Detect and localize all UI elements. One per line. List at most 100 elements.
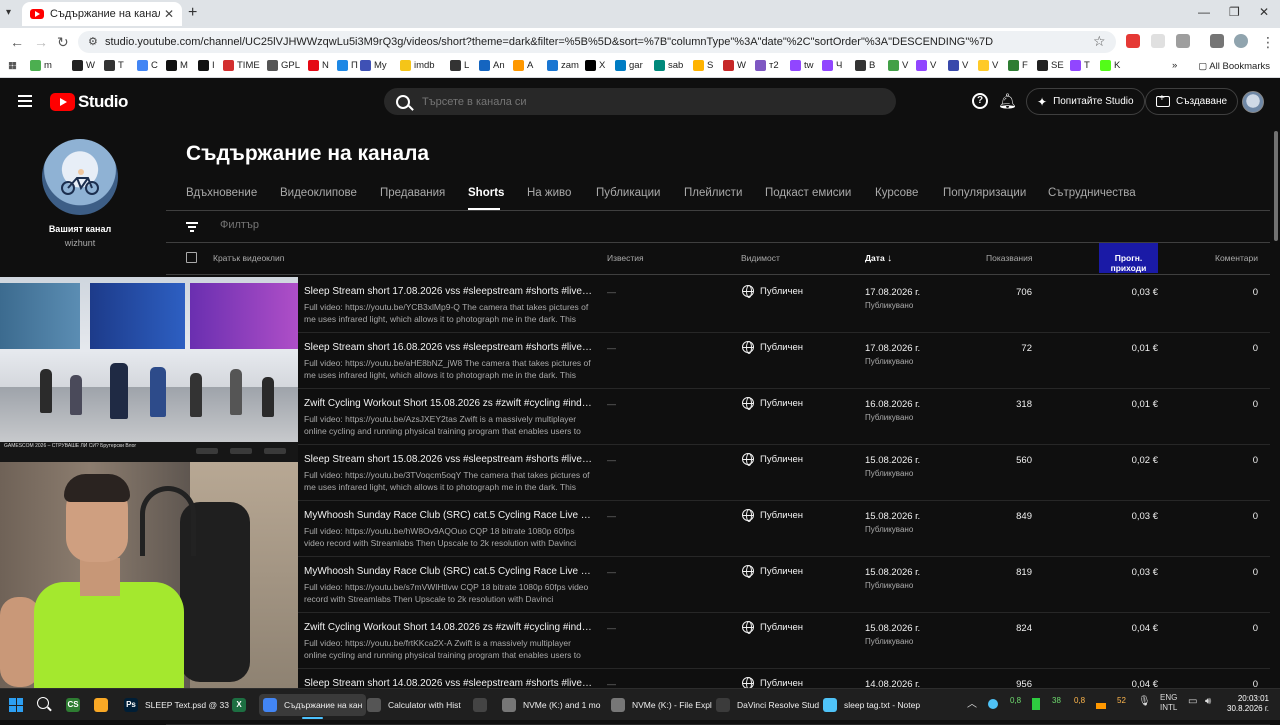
bookmark-item[interactable]: C (137, 60, 158, 71)
select-all-checkbox[interactable] (186, 252, 197, 263)
bookmark-item[interactable]: S (693, 60, 713, 71)
short-title[interactable]: Zwift Cycling Workout Short 14.08.2026 z… (304, 622, 594, 633)
short-title[interactable]: MyWhoosh Sunday Race Club (SRC) cat.5 Cy… (304, 566, 594, 577)
page-scrollbar[interactable] (1272, 123, 1280, 688)
bookmark-star-icon[interactable]: ☆ (1093, 33, 1106, 50)
bookmark-item[interactable]: A (513, 60, 533, 71)
channel-avatar[interactable] (42, 139, 118, 215)
short-title[interactable]: Sleep Stream short 15.08.2026 vss #sleep… (304, 454, 594, 465)
bookmark-item[interactable]: sab (654, 60, 683, 71)
bookmark-item[interactable]: tw (790, 60, 814, 71)
taskbar-app[interactable]: sleep tag.txt - Notep (823, 694, 920, 716)
bookmark-item[interactable]: An (479, 60, 505, 71)
filter-input[interactable] (220, 219, 520, 231)
bookmark-item[interactable]: F (1008, 60, 1028, 71)
taskbar-app[interactable]: CS (66, 694, 87, 716)
visibility-dropdown[interactable]: Публичен (742, 509, 803, 522)
ask-studio-button[interactable]: ✦ Попитайте Studio (1026, 88, 1145, 115)
tab-4[interactable]: Shorts (468, 187, 504, 199)
adblock-extension-icon[interactable] (1126, 34, 1140, 48)
bookmark-item[interactable]: П (337, 60, 358, 71)
bookmark-item[interactable]: W (723, 60, 746, 71)
tab-9[interactable]: Курсове (875, 187, 918, 199)
taskbar-app[interactable]: NVMe (K:) - File Expl (611, 694, 712, 716)
bookmark-item[interactable]: V (978, 60, 998, 71)
column-header-comments[interactable]: Коментари (1215, 253, 1258, 263)
column-header-views[interactable]: Показвания (986, 253, 1032, 263)
browser-tab-active[interactable]: Съдържание на канала - YouT ✕ (22, 2, 182, 26)
scroll-thumb[interactable] (1274, 131, 1278, 241)
site-info-icon[interactable]: ⚙ (88, 35, 98, 48)
short-title[interactable]: Sleep Stream short 16.08.2026 vss #sleep… (304, 342, 594, 353)
taskbar-clock[interactable]: 20:03:01 30.8.2026 г. (1219, 694, 1269, 714)
table-row[interactable]: Sleep Stream short 17.08.2026 vss #sleep… (166, 277, 1270, 333)
reading-list-icon[interactable] (1210, 34, 1224, 48)
taskbar-app[interactable]: Съдържание на кан (259, 694, 367, 719)
studio-logo[interactable]: Studio (50, 92, 128, 112)
taskbar-app[interactable]: DaVinci Resolve Stud (716, 694, 819, 716)
short-title[interactable]: MyWhoosh Sunday Race Club (SRC) cat.5 Cy… (304, 510, 594, 521)
extension-icon[interactable] (1151, 34, 1165, 48)
channel-search[interactable] (384, 88, 896, 115)
windows-start-icon[interactable] (9, 698, 23, 712)
apps-grid-icon[interactable]: ▦ (8, 60, 17, 71)
column-header-short[interactable]: Кратък видеоклип (213, 253, 284, 263)
bookmark-item[interactable]: I (198, 60, 215, 71)
bookmark-item[interactable]: K (1100, 60, 1120, 71)
tab-3[interactable]: Предавания (380, 187, 445, 199)
help-icon[interactable]: ? (972, 93, 988, 109)
url-field[interactable]: ⚙ studio.youtube.com/channel/UC25lVJHWWz… (78, 31, 1116, 53)
tab-7[interactable]: Плейлисти (684, 187, 742, 199)
table-row[interactable]: Sleep Stream short 16.08.2026 vss #sleep… (166, 333, 1270, 389)
bookmark-item[interactable]: т2 (755, 60, 779, 71)
taskbar-app[interactable]: Calculator with Hist (367, 694, 461, 716)
taskbar-app[interactable]: X (232, 694, 253, 716)
browser-menu-icon[interactable]: ⋮ (1261, 34, 1275, 51)
visibility-dropdown[interactable]: Публичен (742, 285, 803, 298)
bookmark-item[interactable]: GPL (267, 60, 300, 71)
restore-icon[interactable]: ❐ (1229, 5, 1240, 19)
hamburger-menu-icon[interactable] (18, 95, 32, 107)
tab-6[interactable]: Публикации (596, 187, 660, 199)
bookmark-item[interactable]: zam (547, 60, 579, 71)
back-icon[interactable]: ← (10, 34, 24, 50)
bookmark-item[interactable]: TIME (223, 60, 260, 71)
taskbar-app[interactable] (94, 694, 115, 716)
bookmark-item[interactable]: B (855, 60, 875, 71)
notifications-bell-icon[interactable]: 🔔︎ (998, 92, 1017, 110)
puzzle-extensions-icon[interactable] (1176, 34, 1190, 48)
bookmark-item[interactable]: T (1070, 60, 1090, 71)
volume-icon[interactable]: 🔊︎ (1205, 696, 1211, 707)
bookmark-item[interactable]: m (30, 60, 52, 71)
bookmark-item[interactable]: N (308, 60, 329, 71)
visibility-dropdown[interactable]: Публичен (742, 565, 803, 578)
filter-icon[interactable] (186, 222, 198, 232)
table-row[interactable]: MyWhoosh Sunday Race Club (SRC) cat.5 Cy… (166, 501, 1270, 557)
bookmark-item[interactable]: T (104, 60, 124, 71)
table-row[interactable]: MyWhoosh Sunday Race Club (SRC) cat.5 Cy… (166, 557, 1270, 613)
channel-search-input[interactable] (422, 95, 862, 108)
bookmark-item[interactable]: W (72, 60, 95, 71)
tab-8[interactable]: Подкаст емисии (765, 187, 851, 199)
bookmark-item[interactable]: V (948, 60, 968, 71)
tray-app-icon[interactable] (988, 699, 998, 709)
language-indicator[interactable]: ENG INTL (1160, 693, 1177, 713)
tab-10[interactable]: Популяризации (943, 187, 1026, 199)
bookmark-item[interactable]: My (360, 60, 387, 71)
taskbar-app[interactable]: NVMe (K:) and 1 mo (502, 694, 600, 716)
visibility-dropdown[interactable]: Публичен (742, 621, 803, 634)
visibility-dropdown[interactable]: Публичен (742, 453, 803, 466)
new-tab-icon[interactable]: + (188, 4, 197, 22)
tab-search-icon[interactable]: ▾ (6, 7, 11, 18)
visibility-dropdown[interactable]: Публичен (742, 341, 803, 354)
bookmark-item[interactable]: L (450, 60, 469, 71)
create-button[interactable]: Създаване (1145, 88, 1239, 115)
bookmark-item[interactable]: SE (1037, 60, 1064, 71)
reload-icon[interactable]: ↻ (57, 34, 69, 51)
table-row[interactable]: Zwift Cycling Workout Short 14.08.2026 z… (166, 613, 1270, 669)
bookmark-item[interactable]: M (166, 60, 188, 71)
bookmark-item[interactable]: gar (615, 60, 643, 71)
close-tab-icon[interactable]: ✕ (164, 7, 174, 21)
taskbar-app[interactable] (473, 694, 494, 716)
all-bookmarks-button[interactable]: ▢ All Bookmarks (1198, 61, 1270, 72)
